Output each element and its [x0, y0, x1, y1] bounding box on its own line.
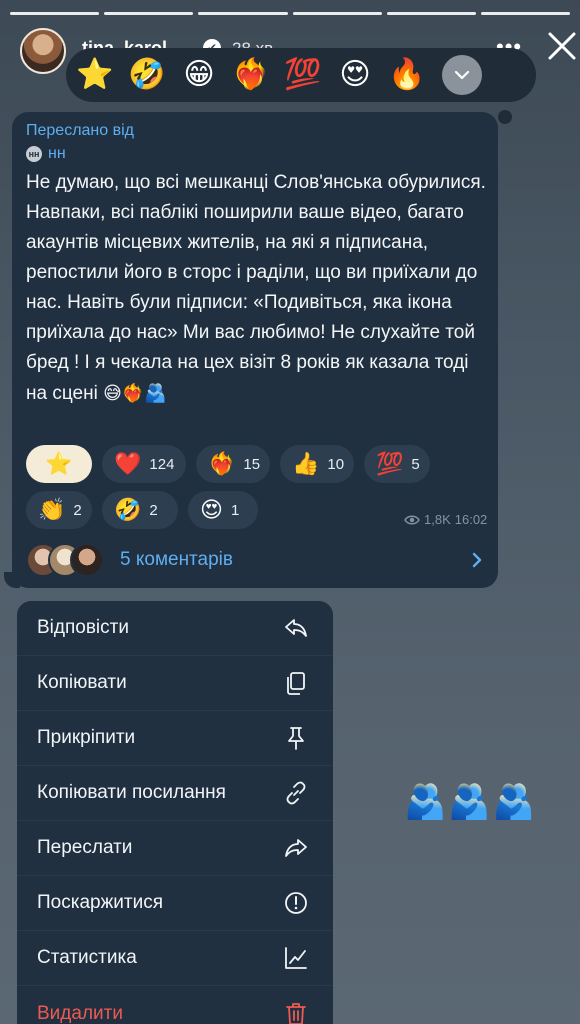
statistics-icon: [285, 947, 307, 969]
pin-icon: [288, 727, 304, 750]
emoji-heart-on-fire[interactable]: ❤️‍🔥: [232, 60, 270, 90]
story-progress: [10, 12, 571, 15]
chevron-right-icon[interactable]: [470, 550, 484, 570]
reaction-emoji: ❤️‍🔥: [208, 451, 236, 476]
menu-item-label: Копіювати посилання: [37, 782, 226, 803]
reaction-emoji: 🤣: [114, 497, 142, 522]
comments-row[interactable]: 5 коментарів: [26, 540, 488, 580]
story-progress-segment: [198, 12, 288, 15]
menu-item-label: Поскаржитися: [37, 892, 164, 913]
message-bubble[interactable]: Переслано від нн нн Не думаю, що всі меш…: [12, 112, 498, 588]
reply-icon: [285, 619, 307, 637]
link-icon: [286, 781, 306, 805]
reaction-emoji: 💯: [376, 451, 404, 476]
reaction-chip-heart-on-fire[interactable]: ❤️‍🔥 15: [196, 445, 270, 483]
copy-icon: [287, 672, 305, 695]
message-meta: 1,8K 16:02: [404, 512, 487, 527]
commenter-avatar: [70, 543, 104, 577]
menu-item-copy[interactable]: Копіювати: [17, 656, 333, 711]
emoji-hundred[interactable]: 💯: [284, 60, 322, 90]
menu-item-label: Переслати: [37, 837, 133, 858]
reaction-chip-hundred[interactable]: 💯 5: [364, 445, 430, 483]
emoji-rofl[interactable]: 🤣: [128, 60, 166, 90]
emoji-heart-eyes[interactable]: 😍: [336, 60, 374, 90]
menu-item-pin[interactable]: Прикріпити: [17, 711, 333, 766]
reaction-count: 15: [243, 455, 261, 473]
forwarded-source[interactable]: нн нн: [26, 145, 66, 163]
report-icon: [285, 892, 307, 914]
story-progress-segment: [10, 12, 100, 15]
menu-item-label: Прикріпити: [37, 727, 136, 748]
menu-item-label: Видалити: [37, 1002, 123, 1024]
story-progress-segment: [104, 12, 194, 15]
menu-item-copy-link[interactable]: Копіювати посилання: [17, 766, 333, 821]
emoji-fire[interactable]: 🔥: [388, 60, 426, 90]
emoji-star[interactable]: ⭐: [76, 60, 114, 90]
avatar[interactable]: [20, 28, 66, 74]
menu-item-reply[interactable]: Відповісти: [17, 601, 333, 656]
message-text: Не думаю, що всі мешканці Слов'янська об…: [26, 168, 488, 409]
views-count: 1,8K: [424, 512, 451, 527]
reaction-chip-heart[interactable]: ❤️ 124: [102, 445, 186, 483]
reaction-count: 124: [149, 455, 175, 473]
reaction-count: 2: [149, 501, 158, 519]
chevron-down-icon: [454, 70, 470, 80]
menu-item-forward[interactable]: Переслати: [17, 821, 333, 876]
story-progress-segment: [480, 12, 571, 15]
forwarded-label[interactable]: Переслано від: [26, 122, 134, 140]
reaction-chip-thumbs-up[interactable]: 👍 10: [280, 445, 354, 483]
reaction-count: 5: [411, 455, 420, 473]
sticker-hugging-people: 🫂🫂🫂: [404, 783, 538, 821]
reaction-count: 10: [327, 455, 345, 473]
reaction-count: 2: [73, 501, 82, 519]
message-body: Не думаю, що всі мешканці Слов'янська об…: [26, 172, 486, 404]
reaction-chip-heart-eyes[interactable]: 😍 1: [188, 491, 258, 529]
reaction-count: 1: [230, 501, 240, 519]
context-menu: Відповісти Копіювати Прикріпити Копіюват…: [17, 601, 333, 1024]
story-progress-segment: [292, 12, 382, 15]
story-progress-segment: [386, 12, 476, 15]
menu-item-statistics[interactable]: Статистика: [17, 931, 333, 986]
reaction-chip-star[interactable]: ⭐: [26, 445, 92, 483]
menu-item-label: Відповісти: [37, 617, 129, 638]
reaction-chip-clap[interactable]: 👏 2: [26, 491, 92, 529]
strip-tail-dot: [498, 110, 512, 124]
reaction-emoji: 👏: [38, 497, 66, 522]
reaction-emoji: 😍: [200, 497, 223, 522]
comments-label[interactable]: 5 коментарів: [120, 549, 233, 571]
eye-icon: [404, 515, 420, 524]
reaction-emoji: 👍: [292, 451, 320, 476]
source-name[interactable]: нн: [48, 145, 66, 163]
reaction-chip-rofl[interactable]: 🤣 2: [102, 491, 178, 529]
menu-item-report[interactable]: Поскаржитися: [17, 876, 333, 931]
message-emoji: 😅❤️‍🔥🫂: [103, 383, 167, 403]
reaction-emoji: ❤️: [114, 451, 142, 476]
trash-icon: [286, 1002, 306, 1024]
emoji-reaction-strip: ⭐ 🤣 😁 ❤️‍🔥 💯 😍 🔥: [66, 48, 536, 102]
emoji-grin[interactable]: 😁: [180, 60, 218, 90]
menu-item-delete[interactable]: Видалити: [17, 986, 333, 1024]
menu-item-label: Копіювати: [37, 672, 127, 693]
close-icon[interactable]: [544, 28, 580, 64]
message-time: 16:02: [454, 512, 488, 527]
forward-icon: [285, 839, 307, 857]
source-avatar: нн: [26, 146, 42, 162]
expand-emoji-button[interactable]: [442, 55, 482, 95]
menu-item-label: Статистика: [37, 947, 137, 968]
reaction-emoji: ⭐: [45, 451, 73, 476]
